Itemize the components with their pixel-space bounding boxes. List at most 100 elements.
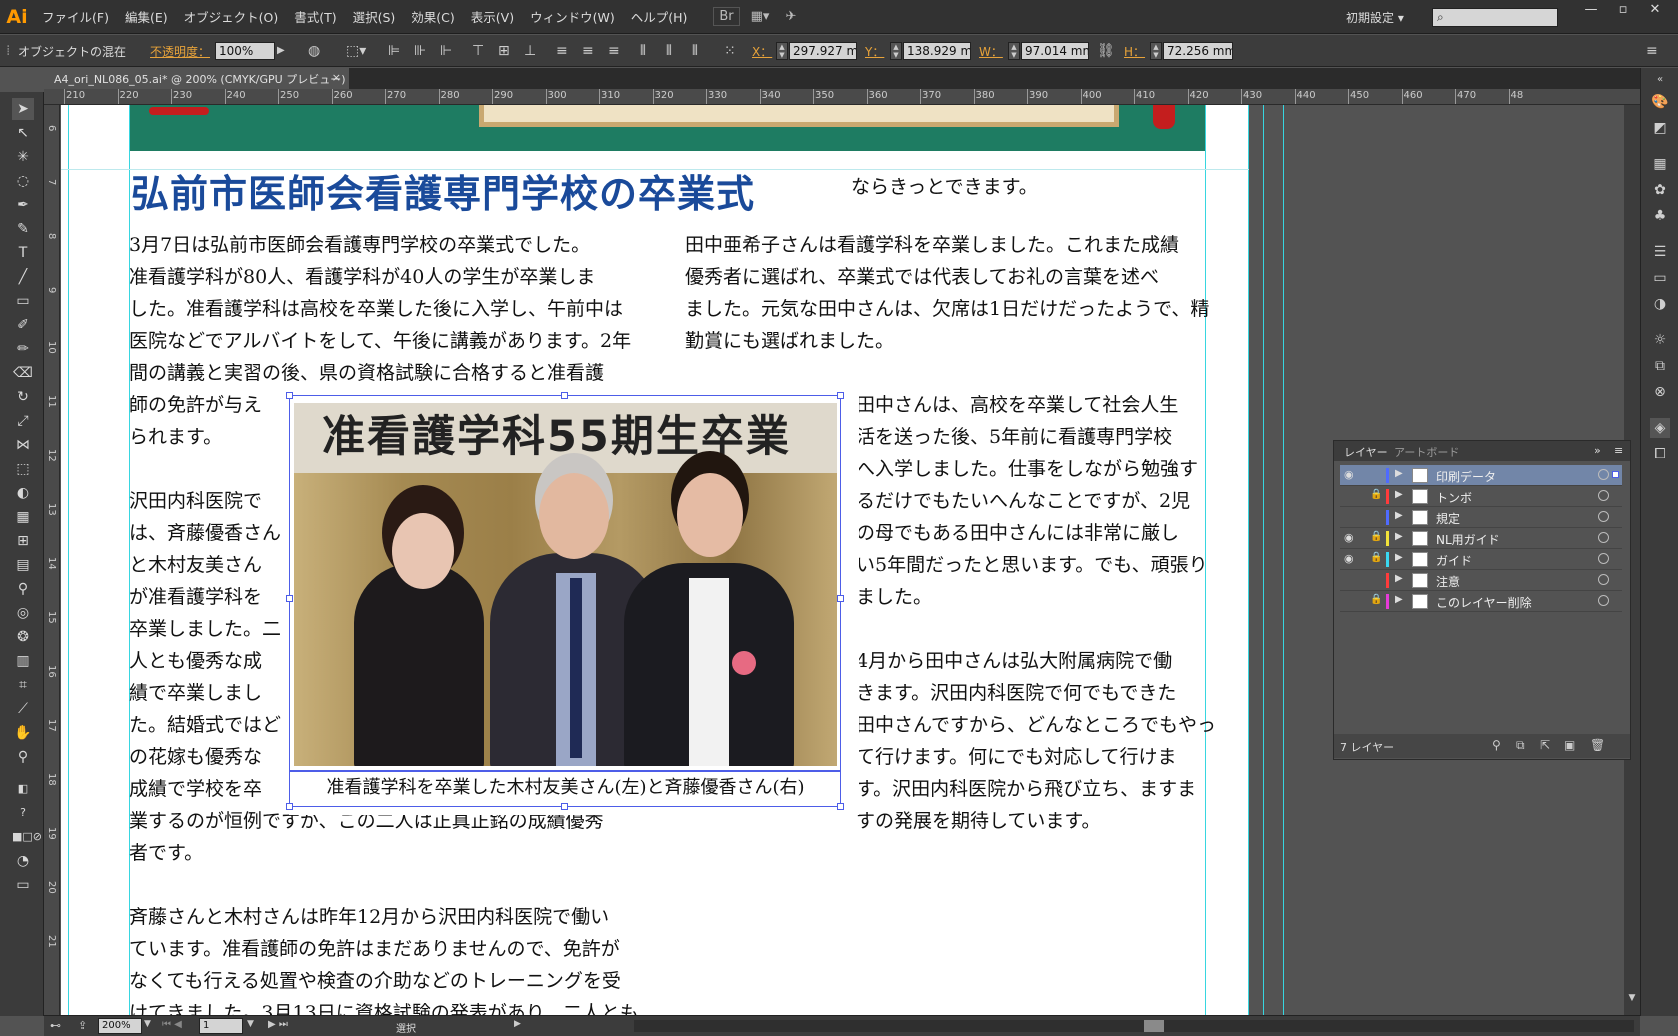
menu-view[interactable]: 表示(V) [463,7,522,26]
layer-row[interactable]: ◉ ▶ 印刷データ [1340,465,1622,486]
align-bottom-icon[interactable]: ⊥ [524,43,536,59]
recolor-icon[interactable]: ◍ [308,43,320,59]
h-spinner[interactable]: ▲ ▼ [1150,42,1162,60]
gradient-tool-icon[interactable]: ▤ [12,554,34,576]
right-column-para-3[interactable]: 4月から田中さんは弘大附属病院で働 きます。沢田内科医院で何でもできた 田中さん… [856,645,1216,837]
layer-name[interactable]: 印刷データ [1436,468,1496,485]
minimize-button[interactable]: — [1576,0,1606,22]
expand-arrow-icon[interactable]: ▶ [1395,594,1403,605]
layer-name[interactable]: トンボ [1436,489,1472,506]
draw-mode-icon[interactable]: ◔ [12,850,34,872]
target-icon[interactable] [1598,490,1609,501]
menu-select[interactable]: 選択(S) [345,7,404,26]
lock-icon[interactable]: 🔒 [1370,594,1384,605]
distribute-left-icon[interactable]: ⫴ [640,43,646,59]
magic-wand-tool-icon[interactable]: ✳ [12,146,34,168]
expand-arrow-icon[interactable]: ▶ [1395,489,1403,500]
appearance-icon[interactable]: ☼ [1650,330,1670,350]
arrange-documents-icon[interactable]: ▦▾ [746,8,775,25]
fill-stroke-icon[interactable]: ◧ [12,778,34,800]
target-icon[interactable] [1598,511,1609,522]
next-artboard-icon[interactable]: ▶ ⏭ [268,1019,288,1030]
rectangle-tool-icon[interactable]: ▭ [12,290,34,312]
curvature-tool-icon[interactable]: ✎ [12,218,34,240]
color-mode-icon[interactable]: ■□⊘ [12,826,42,848]
menu-file[interactable]: ファイル(F) [34,7,117,26]
layer-row[interactable]: ◉ 🔒 ▶ ガイド [1340,549,1622,570]
left-column-para-3[interactable]: 斉藤さんと木村さんは昨年12月から沢田内科医院で働い ています。准看護師の免許は… [129,901,639,1015]
direct-selection-tool-icon[interactable]: ↖ [12,122,34,144]
locate-object-icon[interactable]: ⚲ [1492,738,1501,752]
menu-window[interactable]: ウィンドウ(W) [522,7,623,26]
delete-layer-icon[interactable]: 🗑 [1590,738,1605,752]
menu-object[interactable]: オブジェクト(O) [176,7,287,26]
article-headline[interactable]: 弘前市医師会看護専門学校の卒業式 [131,163,755,218]
color-guide-icon[interactable]: ◩ [1650,118,1670,138]
type-tool-icon[interactable]: T [12,242,34,264]
h-label[interactable]: H： [1124,43,1145,60]
align-hcenter-icon[interactable]: ⊪ [414,43,426,59]
resize-handle[interactable] [837,803,844,810]
target-icon[interactable] [1598,553,1609,564]
workspace-switcher[interactable]: 初期設定 ▾ [1346,9,1404,26]
horizontal-scrollbar[interactable] [634,1020,1634,1032]
visibility-eye-icon[interactable]: ◉ [1344,468,1358,481]
layer-name[interactable]: このレイヤー削除 [1436,594,1532,611]
artboard[interactable]: 弘前市医師会看護専門学校の卒業式 ならきっとできます。 3月7日は弘前市医師会看… [61,105,1249,1015]
artboard-number-field[interactable]: 1 [199,1018,243,1034]
menu-edit[interactable]: 編集(E) [117,7,176,26]
target-icon[interactable] [1598,532,1609,543]
layer-name[interactable]: 注意 [1436,573,1460,590]
panel-menu-icon[interactable]: ≡ [1614,444,1623,457]
artboard-dropdown-icon[interactable]: ▼ [247,1019,254,1029]
w-label[interactable]: W： [979,43,1003,60]
x-label[interactable]: X： [752,43,772,60]
align-left-icon[interactable]: ⊫ [388,43,400,59]
distribute-bottom-icon[interactable]: ≡ [608,43,620,59]
zoom-dropdown-icon[interactable]: ▼ [144,1019,151,1029]
layer-row[interactable]: ▶ 注意 [1340,570,1622,591]
artboard-tool-icon[interactable]: ⌗ [12,674,34,696]
y-spinner[interactable]: ▲ ▼ [890,42,902,60]
menu-effect[interactable]: 効果(C) [403,7,462,26]
tab-close-icon[interactable]: × [332,71,341,84]
paintbrush-tool-icon[interactable]: ✐ [12,314,34,336]
y-field[interactable]: 138.929 m [903,42,971,60]
visibility-eye-icon[interactable]: ◉ [1344,552,1358,565]
resize-handle[interactable] [561,803,568,810]
resize-handle[interactable] [286,595,293,602]
lock-icon[interactable]: 🔒 [1370,489,1384,500]
free-transform-tool-icon[interactable]: ⬚ [12,458,34,480]
expand-arrow-icon[interactable]: ▶ [1395,573,1403,584]
expand-arrow-icon[interactable]: ▶ [1395,552,1403,563]
distribute-vcenter-icon[interactable]: ≡ [582,43,594,59]
tab-layers[interactable]: レイヤー [1344,444,1388,460]
align-to-icon[interactable]: ⬚▾ [346,43,366,59]
eyedropper-tool-icon[interactable]: ⚲ [12,578,34,600]
layers-icon[interactable]: ◈ [1650,418,1670,438]
selection-indicator[interactable] [1612,471,1619,478]
blend-tool-icon[interactable]: ◎ [12,602,34,624]
opacity-label[interactable]: 不透明度： [150,43,210,60]
color-panel-icon[interactable]: 🎨 [1650,92,1670,112]
layer-name[interactable]: 規定 [1436,510,1460,527]
zoom-field[interactable]: 200% [98,1018,142,1034]
width-tool-icon[interactable]: ⋈ [12,434,34,456]
h-field[interactable]: 72.256 mm [1163,42,1233,60]
x-spinner[interactable]: ▲ ▼ [776,42,788,60]
resize-handle[interactable] [837,595,844,602]
maximize-button[interactable]: ▫ [1608,0,1638,22]
x-field[interactable]: 297.927 m [789,42,857,60]
y-label[interactable]: Y： [865,43,884,60]
slice-tool-icon[interactable]: ⟋ [12,698,34,720]
eraser-tool-icon[interactable]: ⌫ [12,362,34,384]
artboard-nav-icon[interactable]: ⊷ [50,1019,61,1032]
selection-tool-icon[interactable]: ➤ [12,98,34,120]
status-menu-icon[interactable]: ▶ [514,1019,521,1029]
rotate-tool-icon[interactable]: ↻ [12,386,34,408]
distribute-hcenter-icon[interactable]: ⫴ [666,43,672,59]
resize-handle[interactable] [286,392,293,399]
tab-artboards[interactable]: アートボード [1394,444,1459,460]
selected-photo-group[interactable]: 准看護学科55期生卒業 准看護学科を卒業した木村友美さん(左)と斉藤優香さん(右… [286,392,859,815]
resize-handle[interactable] [561,392,568,399]
